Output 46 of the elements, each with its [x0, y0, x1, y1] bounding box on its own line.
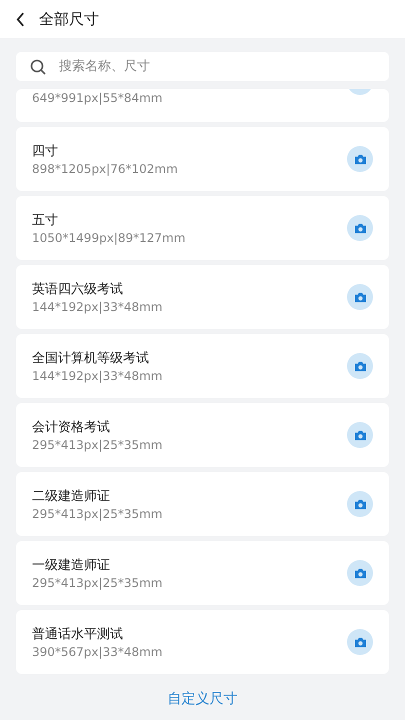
size-card[interactable]: 英语四六级考试 144*192px|33*48mm	[16, 265, 389, 329]
size-dimensions: 1050*1499px|89*127mm	[32, 231, 186, 245]
size-card[interactable]: 会计资格考试 295*413px|25*35mm	[16, 403, 389, 467]
camera-icon	[354, 430, 366, 440]
size-dimensions: 144*192px|33*48mm	[32, 300, 162, 314]
size-name: 五寸	[32, 212, 59, 229]
size-dimensions: 295*413px|25*35mm	[32, 507, 162, 521]
camera-button[interactable]	[347, 146, 373, 172]
camera-icon	[354, 636, 366, 648]
size-name: 二级建造师证	[32, 488, 111, 505]
custom-size-link[interactable]: 自定义尺寸	[168, 690, 238, 708]
size-card[interactable]: 649*991px|55*84mm	[16, 89, 389, 122]
search-field[interactable]: 搜索名称、尺寸	[16, 52, 389, 81]
size-card[interactable]: 普通话水平测试 390*567px|33*48mm	[16, 610, 389, 674]
size-dimensions: 295*413px|25*35mm	[32, 438, 162, 452]
size-dimensions: 295*413px|25*35mm	[32, 576, 162, 590]
camera-icon	[354, 292, 366, 302]
size-card[interactable]: 四寸 898*1205px|76*102mm	[16, 127, 389, 191]
camera-button[interactable]	[347, 353, 373, 379]
camera-icon	[354, 568, 366, 578]
camera-button[interactable]	[347, 215, 373, 241]
size-dimensions: 649*991px|55*84mm	[32, 91, 162, 105]
size-dimensions: 898*1205px|76*102mm	[32, 162, 178, 176]
camera-icon	[354, 222, 366, 234]
camera-button[interactable]	[347, 284, 373, 310]
size-name: 全国计算机等级考试	[32, 350, 150, 367]
size-name: 四寸	[32, 143, 59, 160]
camera-button[interactable]	[347, 560, 373, 586]
page-title: 全部尺寸	[39, 10, 99, 28]
size-name: 英语四六级考试	[32, 281, 124, 298]
size-card[interactable]: 一级建造师证 295*413px|25*35mm	[16, 541, 389, 605]
size-card[interactable]: 二级建造师证 295*413px|25*35mm	[16, 472, 389, 536]
camera-button[interactable]	[347, 491, 373, 517]
size-dimensions: 390*567px|33*48mm	[32, 645, 162, 659]
back-icon[interactable]	[16, 12, 25, 26]
camera-button[interactable]	[347, 629, 373, 655]
size-dimensions: 144*192px|33*48mm	[32, 369, 162, 383]
camera-icon	[354, 360, 366, 372]
size-name: 普通话水平测试	[32, 626, 124, 643]
camera-icon	[354, 498, 366, 510]
size-name: 一级建造师证	[32, 557, 111, 574]
size-card[interactable]: 五寸 1050*1499px|89*127mm	[16, 196, 389, 260]
camera-icon	[354, 154, 366, 164]
size-card[interactable]: 全国计算机等级考试 144*192px|33*48mm	[16, 334, 389, 398]
size-name: 会计资格考试	[32, 419, 111, 436]
camera-button[interactable]	[347, 422, 373, 448]
